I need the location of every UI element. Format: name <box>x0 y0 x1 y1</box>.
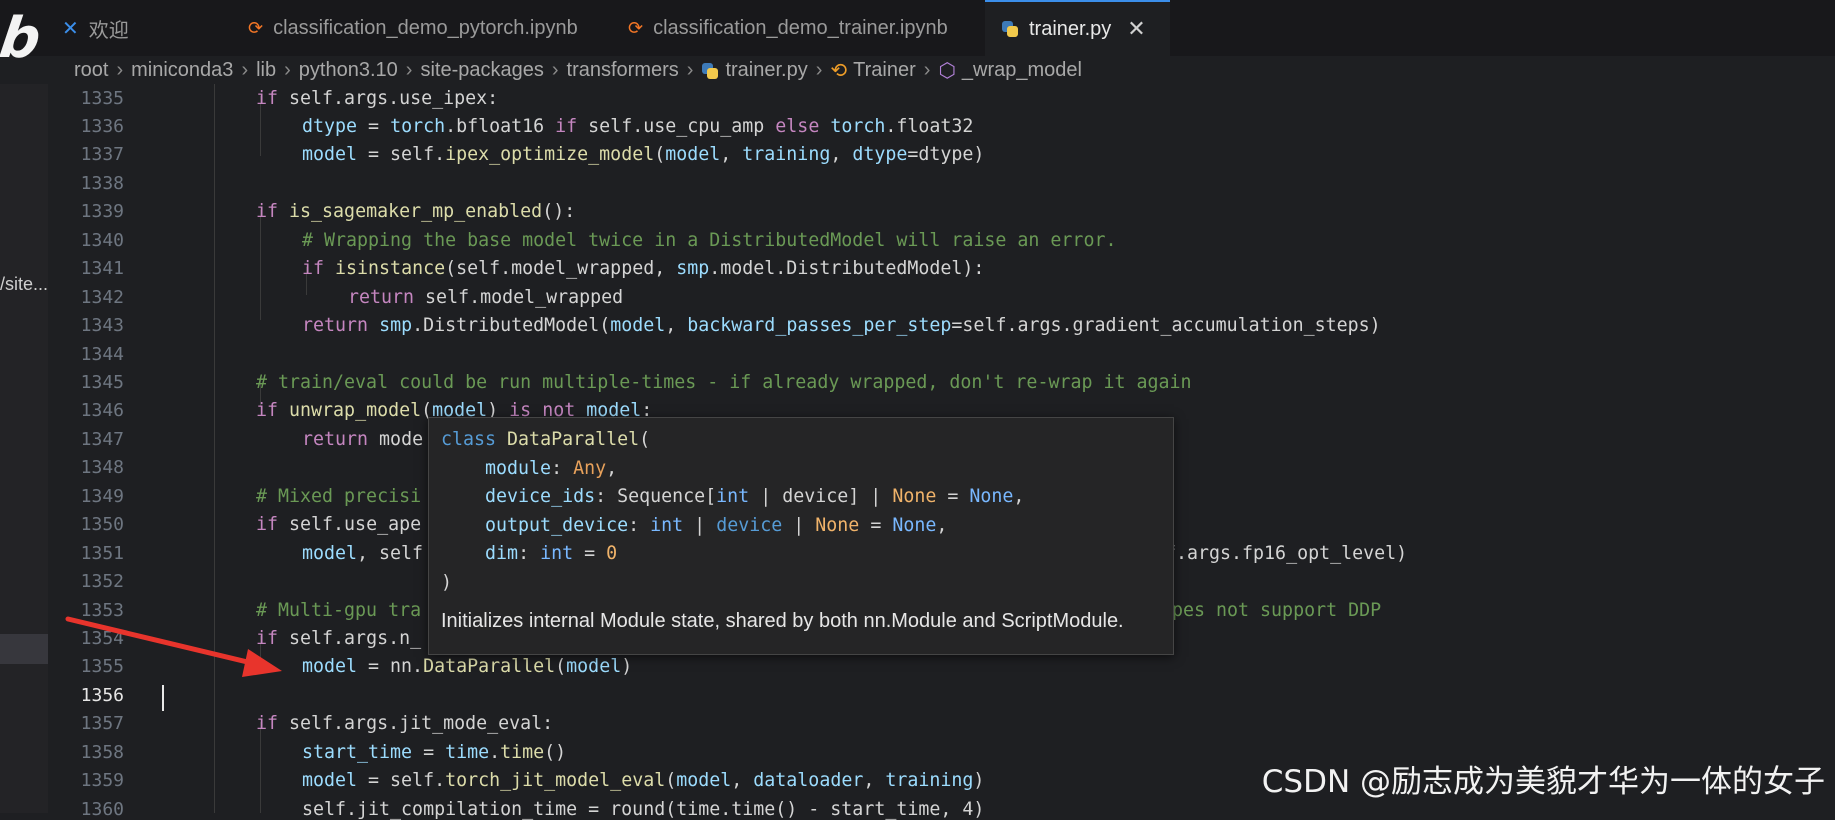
tab-classification-demo-pytorch[interactable]: ⟳ classification_demo_pytorch.ipynb <box>248 0 578 56</box>
code-line-1342: return self.model_wrapped <box>348 287 624 308</box>
text-cursor <box>162 685 164 711</box>
signature: class DataParallel( module: Any, device_… <box>441 429 1025 593</box>
code-line-1358: start_time = time.time() <box>302 742 567 763</box>
code-line-1340: # Wrapping the base model twice in a Dis… <box>302 230 1117 251</box>
code-line-1343: return smp.DistributedModel(model, backw… <box>302 315 1381 336</box>
code-line-1345: # train/eval could be run multiple-times… <box>256 372 1192 393</box>
chevron-right-icon: › <box>116 59 124 81</box>
code-line-1350: if self.use_ape <box>256 514 422 535</box>
chevron-right-icon: › <box>241 59 249 81</box>
python-icon <box>1001 20 1019 38</box>
code-line-1351: model, self <box>302 543 424 564</box>
indent-guide <box>260 210 261 320</box>
code-line-1335: if self.args.use_ipex: <box>256 88 499 109</box>
breadcrumb-item[interactable]: trainer.py <box>725 59 807 82</box>
chevron-right-icon: › <box>551 59 559 81</box>
tab-bar: ✕ 欢迎 ⟳ classification_demo_pytorch.ipynb… <box>0 0 1835 56</box>
breadcrumb: root › miniconda3 › lib › python3.10 › site-… <box>0 56 1835 84</box>
breadcrumb-item[interactable]: transformers <box>567 59 679 82</box>
doc-text: Initializes internal Module state, share… <box>441 610 1124 632</box>
code-line-1341: if isinstance(self.model_wrapped, smp.mo… <box>302 258 985 279</box>
tab-label: trainer.py <box>1029 17 1112 40</box>
breadcrumb-item[interactable]: _wrap_model <box>962 59 1082 82</box>
chevron-right-icon: › <box>405 59 413 81</box>
code-line-1351-tail: f.args.fp16_opt_level) <box>1165 543 1408 564</box>
code-line-1357: if self.args.jit_mode_eval: <box>256 713 554 734</box>
tab-trainer-py[interactable]: trainer.py ✕ <box>985 0 1170 56</box>
python-icon <box>701 62 719 80</box>
code-line-1337: model = self.ipex_optimize_model(model, … <box>302 144 985 165</box>
chevron-right-icon: › <box>923 59 931 81</box>
close-icon[interactable]: ✕ <box>1127 16 1145 42</box>
code-line-1359: model = self.torch_jit_model_eval(model,… <box>302 770 985 791</box>
code-line-1347: return mode <box>302 429 424 450</box>
breadcrumb-item[interactable]: python3.10 <box>299 59 398 82</box>
chevron-right-icon: › <box>284 59 291 81</box>
chevron-right-icon: › <box>686 59 694 81</box>
code-line-1349: # Mixed precisi <box>256 486 422 507</box>
method-cube-icon: ⬡ <box>938 60 956 82</box>
breadcrumb-item[interactable]: site-packages <box>420 59 543 82</box>
breadcrumb-item[interactable]: lib <box>256 59 276 82</box>
class-icon: ⟲ <box>830 60 848 82</box>
breadcrumb-item[interactable]: Trainer <box>853 59 916 82</box>
code-line-1360: self.jit_compilation_time = round(time.t… <box>302 799 985 820</box>
bilibili-watermark-logo: b <box>0 6 43 71</box>
hover-tooltip[interactable]: class DataParallel( module: Any, device_… <box>428 417 1174 655</box>
indent-guide <box>214 84 215 813</box>
csdn-watermark: CSDN @励志成为美貌才华为一体的女子 <box>1261 764 1825 800</box>
chevron-right-icon: › <box>815 59 823 81</box>
tab-label: classification_demo_trainer.ipynb <box>653 16 948 39</box>
code-line-1353-tail: pes not support DDP <box>1172 600 1382 621</box>
tab-classification-demo-trainer[interactable]: ⟳ classification_demo_trainer.ipynb <box>628 0 948 56</box>
tab-label: classification_demo_pytorch.ipynb <box>273 16 578 39</box>
code-line-1336: dtype = torch.bfloat16 if self.use_cpu_a… <box>302 116 974 137</box>
jupyter-icon: ⟳ <box>628 17 644 38</box>
jupyter-icon: ⟳ <box>248 17 264 38</box>
breadcrumb-item[interactable]: miniconda3 <box>131 59 233 82</box>
red-arrow-annotation <box>65 616 282 677</box>
indent-guide <box>260 722 261 813</box>
code-line-1355: model = nn.DataParallel(model) <box>302 656 633 677</box>
code-line-1339: if is_sagemaker_mp_enabled(): <box>256 201 576 222</box>
